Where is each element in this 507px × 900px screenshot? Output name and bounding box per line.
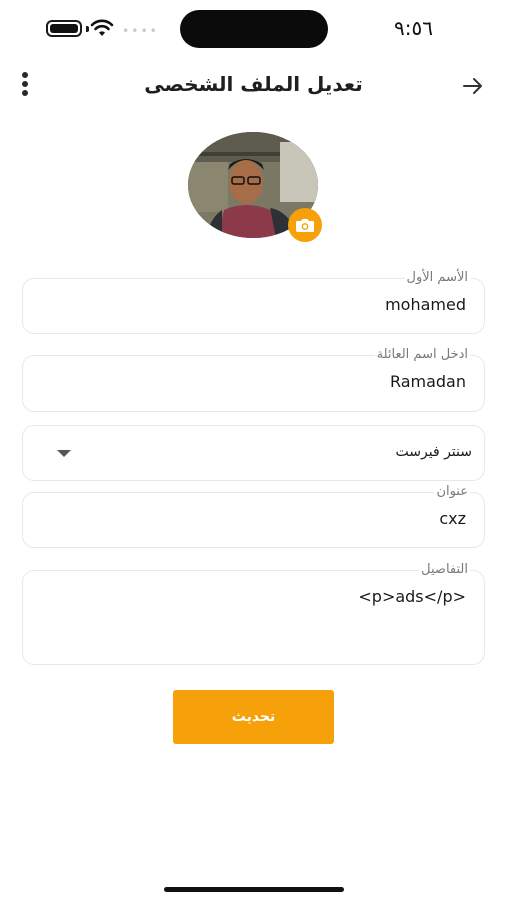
details-label: التفاصيل <box>419 562 470 577</box>
last-name-field[interactable]: ادخل اسم العائلة Ramadan <box>22 347 485 412</box>
status-bar: •••• ٩:٥٦ <box>0 0 507 58</box>
wifi-icon <box>90 19 114 36</box>
address-value[interactable]: cxz <box>439 509 466 528</box>
update-button[interactable]: تحديث <box>173 690 334 744</box>
signal-icon: •••• <box>122 24 159 38</box>
home-indicator <box>164 887 344 892</box>
camera-icon <box>296 219 314 232</box>
battery-icon <box>46 20 89 37</box>
details-value[interactable]: <p>ads</p> <box>358 587 466 606</box>
status-time: ٩:٥٦ <box>394 16 433 40</box>
first-name-label: الأسم الأول <box>404 270 470 285</box>
dynamic-island <box>180 10 328 48</box>
first-name-field[interactable]: الأسم الأول mohamed <box>22 270 485 334</box>
camera-button[interactable] <box>288 208 322 242</box>
app-header: تعديل الملف الشخصى <box>0 64 507 108</box>
arrow-right-icon[interactable] <box>461 74 485 98</box>
address-label: عنوان <box>434 484 470 499</box>
last-name-label: ادخل اسم العائلة <box>374 347 470 362</box>
details-field[interactable]: التفاصيل <p>ads</p> <box>22 562 485 665</box>
last-name-value[interactable]: Ramadan <box>390 372 466 391</box>
caret-down-icon[interactable] <box>57 450 71 457</box>
branch-selected-value: سنتر فيرست <box>395 444 472 460</box>
branch-select[interactable]: سنتر فيرست <box>22 425 485 481</box>
avatar-container[interactable] <box>188 132 322 242</box>
page-title: تعديل الملف الشخصى <box>144 72 363 96</box>
address-field[interactable]: عنوان cxz <box>22 484 485 548</box>
first-name-value[interactable]: mohamed <box>385 295 466 314</box>
